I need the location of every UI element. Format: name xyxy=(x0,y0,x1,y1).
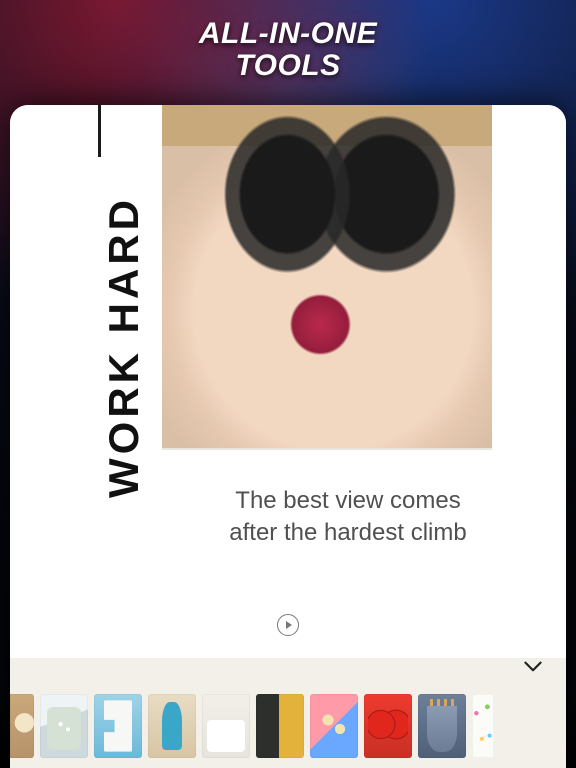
template-thumb[interactable] xyxy=(94,694,142,758)
chevron-down-icon xyxy=(520,654,546,680)
main-photo[interactable] xyxy=(162,105,492,450)
template-thumb[interactable] xyxy=(40,694,88,758)
template-thumb[interactable] xyxy=(310,694,358,758)
quote-line-1: The best view comes xyxy=(235,487,460,514)
template-thumb[interactable] xyxy=(472,694,494,758)
collapse-tray-button[interactable] xyxy=(520,654,546,680)
template-accent-bar xyxy=(98,105,101,157)
quote-text[interactable]: The best view comes after the hardest cl… xyxy=(190,485,506,550)
banner-line-1: ALL-IN-ONE xyxy=(0,18,576,50)
template-thumb[interactable] xyxy=(202,694,250,758)
design-canvas[interactable]: WORK HARD The best view comes after the … xyxy=(10,105,566,658)
editor-surface: WORK HARD The best view comes after the … xyxy=(10,105,566,768)
play-button[interactable] xyxy=(277,614,299,636)
promo-banner-title: ALL-IN-ONE TOOLS xyxy=(0,18,576,81)
template-thumb[interactable] xyxy=(148,694,196,758)
play-icon xyxy=(286,621,292,629)
vertical-headline-wrap: WORK HARD xyxy=(100,196,148,498)
template-thumb[interactable] xyxy=(256,694,304,758)
banner-line-2: TOOLS xyxy=(0,50,576,82)
vertical-headline[interactable]: WORK HARD xyxy=(100,196,148,498)
template-thumb[interactable] xyxy=(418,694,466,758)
quote-line-2: after the hardest climb xyxy=(229,519,466,546)
template-thumb[interactable] xyxy=(10,694,34,758)
template-thumb[interactable] xyxy=(364,694,412,758)
template-tray[interactable] xyxy=(10,684,566,768)
photo-placeholder-image xyxy=(162,105,492,448)
